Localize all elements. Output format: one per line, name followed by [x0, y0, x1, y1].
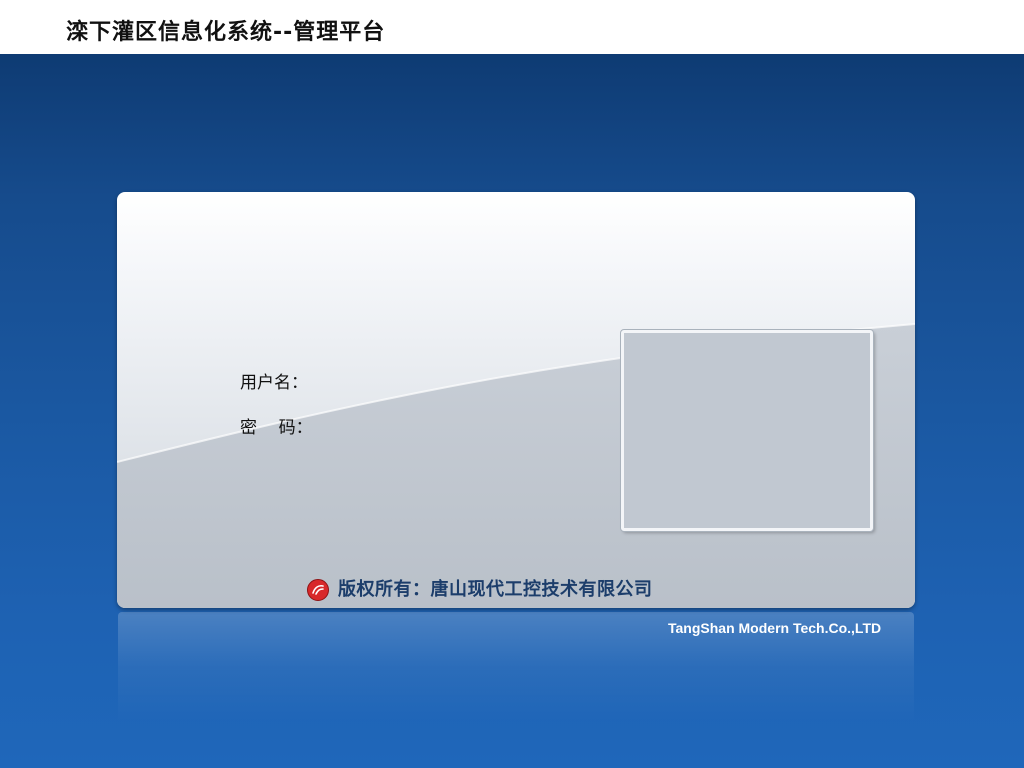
page-title: 滦下灌区信息化系统--管理平台 [66, 20, 386, 45]
copyright-text: 版权所有：唐山现代工控技术有限公司 [338, 579, 653, 600]
copyright: 版权所有：唐山现代工控技术有限公司 [307, 577, 653, 603]
password-label-text: 密 码： [240, 418, 313, 438]
username-input[interactable] [318, 372, 562, 396]
username-label: 用户名： [240, 373, 308, 393]
password-input[interactable] [318, 417, 562, 441]
image-frame [621, 330, 873, 531]
company-logo-icon [307, 579, 329, 601]
login-page: 滦下灌区信息化系统--管理平台 用户名： 密 码： 版权所有：唐山现代工控技术有… [0, 0, 1024, 768]
header-bar: 滦下灌区信息化系统--管理平台 [0, 0, 1024, 54]
password-label: 密 码： [240, 417, 313, 439]
company-english-name: TangShan Modern Tech.Co.,LTD [668, 620, 882, 636]
